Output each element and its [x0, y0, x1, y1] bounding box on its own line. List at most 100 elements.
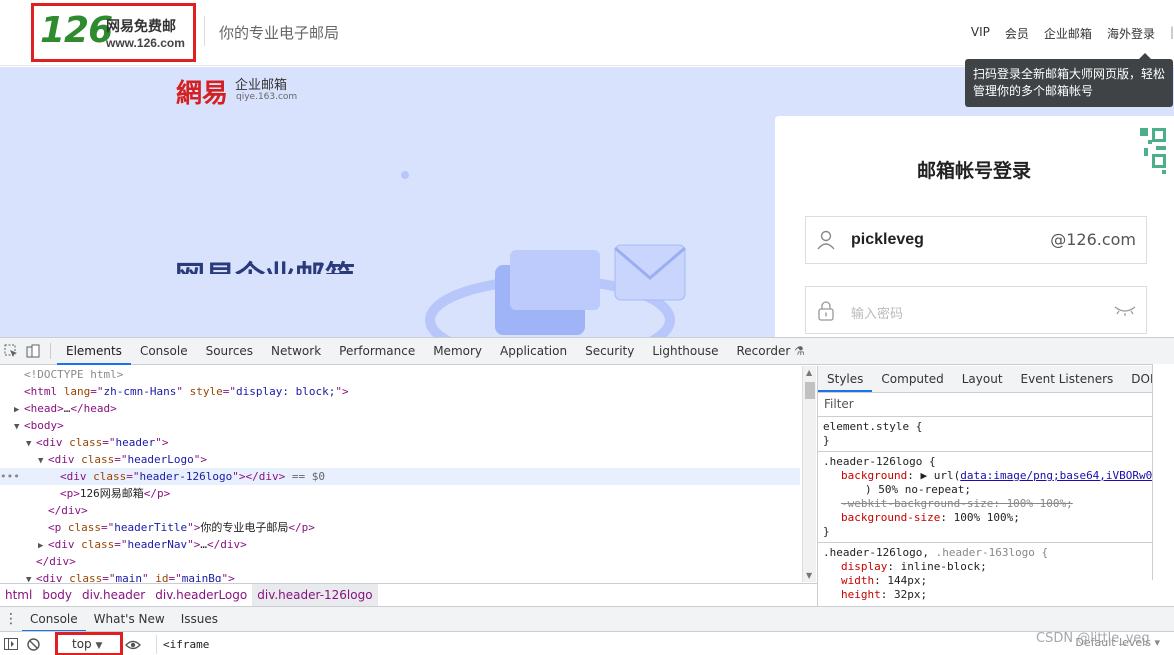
- context-selector[interactable]: top ▼: [55, 632, 123, 655]
- brand-mark: 網易: [176, 79, 229, 109]
- live-expression-eye-icon[interactable]: [122, 632, 144, 655]
- data-url-link[interactable]: data:image/png;base64,iVBORw0KG: [960, 469, 1165, 482]
- dom-token-tag: <head>: [24, 402, 64, 415]
- crumb-div-header[interactable]: div.header: [77, 584, 150, 606]
- tab-application[interactable]: Application: [491, 338, 576, 365]
- username-field[interactable]: pickleveg @126.com: [805, 216, 1147, 264]
- declaration-webkit-bg-size[interactable]: -webkit-background-size: 100% 100%;: [823, 497, 1169, 511]
- scroll-thumb[interactable]: [805, 382, 815, 399]
- drawer-tab-console[interactable]: Console: [22, 607, 86, 632]
- selector-b: .header-163logo {: [935, 546, 1049, 559]
- dom-token-val: zh-cmn-Hans: [103, 385, 177, 398]
- chevron-down-icon: ▼: [95, 641, 103, 651]
- tab-elements[interactable]: Elements: [57, 338, 131, 365]
- nav-enterprise-mail[interactable]: 企业邮箱: [1044, 25, 1092, 42]
- crumb-html[interactable]: html: [0, 584, 37, 606]
- crumb-div-header-126logo[interactable]: div.header-126logo: [252, 583, 378, 606]
- dom-token-tag: =": [101, 521, 115, 534]
- rule-element-style: element.style { }: [818, 417, 1174, 452]
- dom-token-val: mainBg: [181, 572, 222, 582]
- tab-memory[interactable]: Memory: [424, 338, 491, 365]
- tab-event-listeners[interactable]: Event Listeners: [1012, 366, 1123, 392]
- dom-tree[interactable]: <!DOCTYPE html> <html lang="zh-cmn-Hans" …: [0, 366, 800, 582]
- console-filter-input[interactable]: <iframe: [156, 635, 1174, 654]
- prop-name: display: [841, 560, 888, 573]
- dom-node-line[interactable]: ▶ <head>…</head>: [0, 400, 800, 417]
- dom-node-line[interactable]: ▼ <body>: [0, 417, 800, 434]
- dom-tree-scrollbar[interactable]: ▲ ▼: [802, 366, 816, 582]
- mail-illustration: [401, 171, 686, 337]
- scroll-down-icon[interactable]: ▼: [806, 571, 812, 580]
- dom-node-line[interactable]: </div>: [0, 553, 800, 570]
- dom-node-line[interactable]: ▼ <div class="header">: [0, 434, 800, 451]
- tab-network[interactable]: Network: [262, 338, 330, 365]
- device-toolbar-icon[interactable]: [22, 338, 44, 365]
- declaration-height[interactable]: height: 32px;: [823, 588, 1169, 602]
- eye-closed-icon[interactable]: [1114, 304, 1136, 316]
- styles-filter-input[interactable]: Filter: [818, 393, 1174, 417]
- inspect-element-icon[interactable]: [0, 338, 22, 365]
- dom-node-line[interactable]: ▼ <div class="headerLogo">: [0, 451, 800, 468]
- dom-token-tag: </p>: [143, 487, 171, 500]
- show-sidebar-icon[interactable]: [0, 632, 22, 655]
- password-field[interactable]: 输入密码: [805, 286, 1147, 334]
- nav-member[interactable]: 会员: [1005, 25, 1029, 42]
- expand-triangle-icon[interactable]: ▶: [920, 469, 927, 482]
- rule-header-126logo: .header-126logo { background: ▶ url(data…: [818, 452, 1174, 543]
- node-actions-icon[interactable]: •••: [0, 468, 20, 485]
- dom-token-cmt: <!DOCTYPE html>: [24, 368, 124, 381]
- nav-vip[interactable]: VIP: [971, 25, 990, 42]
- dom-token-tag: <p: [48, 521, 68, 534]
- tab-lighthouse[interactable]: Lighthouse: [643, 338, 727, 365]
- drawer-tab-whats-new[interactable]: What's New: [86, 607, 173, 632]
- dom-node-line[interactable]: <html lang="zh-cmn-Hans" style="display:…: [0, 383, 800, 400]
- scroll-up-icon[interactable]: ▲: [806, 368, 812, 377]
- crumb-body[interactable]: body: [37, 584, 77, 606]
- dom-node-line[interactable]: ▼ <div class="main" id="mainBg">: [0, 570, 800, 582]
- logo-cn-text: 网易免费邮: [106, 19, 176, 35]
- devtools-panel: Elements Console Sources Network Perform…: [0, 337, 1174, 655]
- tab-console[interactable]: Console: [131, 338, 197, 365]
- dom-token-tag: =": [102, 436, 116, 449]
- dom-token-eq0: == $0: [285, 470, 325, 483]
- tab-performance[interactable]: Performance: [330, 338, 424, 365]
- more-options-icon[interactable]: ⋮: [0, 611, 22, 627]
- declaration-display[interactable]: display: inline-block;: [823, 560, 1169, 574]
- dom-token-tag: ">: [335, 385, 349, 398]
- tab-computed[interactable]: Computed: [872, 366, 952, 392]
- crumb-div-headerlogo[interactable]: div.headerLogo: [150, 584, 252, 606]
- declaration-background-size[interactable]: background-size: 100% 100%;: [823, 511, 1169, 525]
- dom-node-line[interactable]: <p>126网易邮箱</p>: [0, 485, 800, 502]
- dom-token-val: header: [115, 436, 156, 449]
- logo-number: 126: [40, 10, 113, 51]
- clear-console-icon[interactable]: [22, 632, 44, 655]
- tab-recorder-label: Recorder: [736, 343, 791, 358]
- dom-token-val: header-126logo: [139, 470, 233, 483]
- qr-login-tooltip: 扫码登录全新邮箱大师网页版，轻松管理你的多个邮箱帐号: [965, 53, 1173, 107]
- site-logo[interactable]: 126 网易免费邮 www.126.com: [31, 3, 196, 62]
- dom-node-line[interactable]: </div>: [0, 502, 800, 519]
- prop-value: 144px;: [887, 574, 928, 587]
- tab-layout[interactable]: Layout: [953, 366, 1012, 392]
- dom-node-line[interactable]: <!DOCTYPE html>: [0, 366, 800, 383]
- dom-token-val: headerTitle: [114, 521, 188, 534]
- tab-sources[interactable]: Sources: [197, 338, 262, 365]
- dom-node-line[interactable]: <p class="headerTitle">你的专业电子邮局</p>: [0, 519, 800, 536]
- logo-url-text: www.126.com: [106, 36, 185, 50]
- prop-name: height: [841, 588, 881, 601]
- tab-recorder[interactable]: Recorder ⚗: [728, 338, 814, 365]
- declaration-background[interactable]: background: ▶ url(data:image/png;base64,…: [823, 469, 1169, 483]
- dom-node-line[interactable]: ••• <div class="header-126logo"></div> ==…: [0, 468, 800, 485]
- drawer-tab-issues[interactable]: Issues: [173, 607, 226, 632]
- dom-token-tag: <div: [60, 470, 94, 483]
- dom-token-tag: =": [114, 538, 128, 551]
- dom-token-tag: <div: [36, 572, 70, 582]
- nav-overseas-login[interactable]: 海外登录: [1107, 25, 1155, 42]
- declaration-background-cont: ) 50% no-repeat;: [865, 483, 971, 496]
- tab-styles[interactable]: Styles: [818, 366, 873, 392]
- dom-token-attr: id: [155, 572, 169, 582]
- dom-node-line[interactable]: ▶ <div class="headerNav">…</div>: [0, 536, 800, 553]
- tab-security[interactable]: Security: [576, 338, 643, 365]
- collapse-triangle-icon[interactable]: ▼: [26, 572, 36, 582]
- declaration-width[interactable]: width: 144px;: [823, 574, 1169, 588]
